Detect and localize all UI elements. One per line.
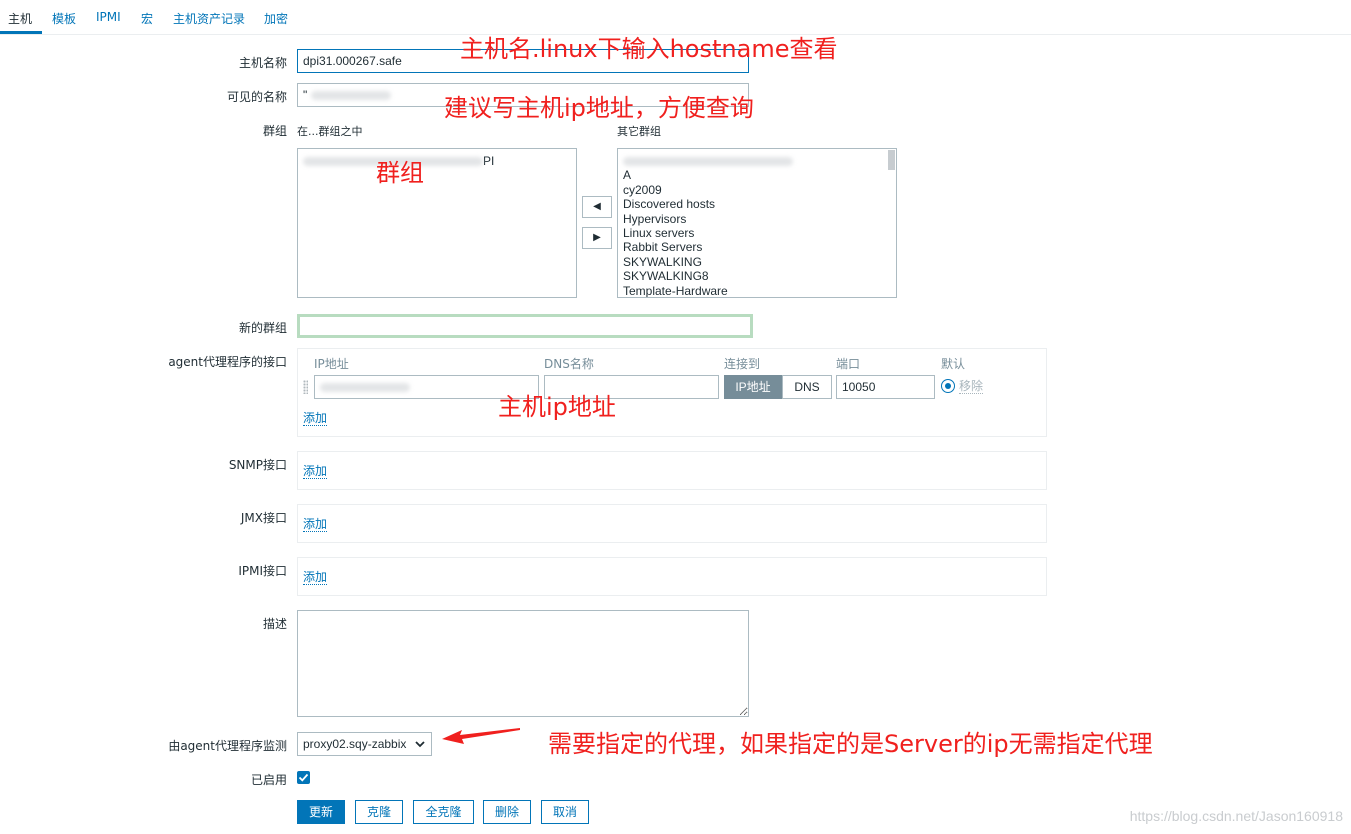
- list-item[interactable]: PI: [298, 149, 576, 168]
- list-item[interactable]: SKYWALKING8: [618, 269, 896, 283]
- list-item[interactable]: Rabbit Servers: [618, 240, 896, 254]
- proxy-annotation: 需要指定的代理，如果指定的是Server的ip无需指定代理: [548, 730, 1153, 758]
- visible-name-value: ": [303, 88, 308, 102]
- remove-link[interactable]: 移除: [959, 379, 984, 394]
- other-groups-label: 其它群组: [617, 125, 661, 138]
- groups-label: 群组: [262, 124, 287, 138]
- redacted-text: [623, 157, 793, 167]
- jmx-add-link[interactable]: 添加: [303, 517, 328, 532]
- proxy-label: 由agent代理程序监测: [168, 739, 287, 753]
- watermark: https://blog.csdn.net/Jason160918: [1129, 808, 1343, 824]
- visible-name-label: 可见的名称: [226, 90, 287, 104]
- tab-host[interactable]: 主机: [8, 10, 32, 27]
- active-tab-indicator: [0, 31, 42, 34]
- move-right-button[interactable]: ▶: [582, 227, 612, 249]
- tab-bar: 主机 模板 IPMI 宏 主机资产记录 加密: [0, 0, 1351, 35]
- snmp-interface-box: [297, 451, 1047, 490]
- tab-ipmi[interactable]: IPMI: [96, 10, 121, 24]
- cancel-button[interactable]: 取消: [541, 800, 589, 824]
- list-item[interactable]: Discovered hosts: [618, 197, 896, 211]
- host-name-label: 主机名称: [238, 56, 287, 70]
- hostname-annotation: 主机名.linux下输入hostname查看: [460, 35, 838, 63]
- list-item[interactable]: A: [618, 168, 896, 182]
- redacted-text: [320, 383, 410, 393]
- connect-ip-button[interactable]: IP地址: [724, 375, 782, 399]
- agent-interface-label: agent代理程序的接口: [168, 355, 287, 369]
- default-radio[interactable]: [941, 379, 955, 393]
- chevron-down-icon: [415, 741, 425, 748]
- col-default-header: 默认: [941, 357, 966, 371]
- list-item[interactable]: Linux servers: [618, 226, 896, 240]
- col-dns-header: DNS名称: [544, 357, 594, 371]
- visible-name-annotation: 建议写主机ip地址，方便查询: [444, 94, 754, 122]
- jmx-label: JMX接口: [240, 511, 287, 525]
- delete-button[interactable]: 删除: [483, 800, 531, 824]
- tab-macros[interactable]: 宏: [141, 10, 153, 27]
- tab-encryption[interactable]: 加密: [264, 10, 288, 27]
- listbox-scrollbar[interactable]: [888, 150, 895, 170]
- redacted-text: [310, 91, 391, 101]
- description-textarea[interactable]: [297, 610, 749, 717]
- ipmi-interface-box: [297, 557, 1047, 596]
- new-group-input[interactable]: [297, 314, 753, 338]
- list-item[interactable]: cy2009: [618, 183, 896, 197]
- ipmi-add-link[interactable]: 添加: [303, 570, 328, 585]
- move-left-button[interactable]: ◀: [582, 196, 612, 218]
- connect-dns-button[interactable]: DNS: [782, 375, 832, 399]
- drag-handle-icon[interactable]: [303, 380, 308, 394]
- new-group-label: 新的群组: [238, 321, 287, 335]
- col-connect-header: 连接到: [724, 357, 761, 371]
- list-item[interactable]: Hypervisors: [618, 212, 896, 226]
- port-input[interactable]: [836, 375, 935, 399]
- col-ip-header: IP地址: [314, 357, 349, 371]
- list-item[interactable]: Template-Hardware: [618, 284, 896, 297]
- snmp-add-link[interactable]: 添加: [303, 464, 328, 479]
- in-groups-label: 在...群组之中: [297, 125, 363, 138]
- in-group-name: PI: [483, 154, 495, 168]
- enabled-label: 已启用: [250, 773, 287, 787]
- snmp-label: SNMP接口: [228, 458, 287, 472]
- arrow-icon: [442, 728, 520, 744]
- list-item[interactable]: SKYWALKING: [618, 255, 896, 269]
- groups-annotation: 群组: [376, 159, 424, 187]
- jmx-interface-box: [297, 504, 1047, 543]
- full-clone-button[interactable]: 全克隆: [413, 800, 474, 824]
- host-ip-annotation: 主机ip地址: [498, 393, 616, 421]
- tab-templates[interactable]: 模板: [52, 10, 76, 27]
- checkmark-icon: [298, 773, 309, 782]
- enabled-checkbox[interactable]: [297, 771, 310, 784]
- ipmi-label: IPMI接口: [238, 564, 287, 578]
- agent-add-link[interactable]: 添加: [303, 411, 328, 426]
- other-groups-listbox[interactable]: A cy2009 Discovered hosts Hypervisors Li…: [617, 148, 897, 298]
- in-groups-listbox[interactable]: PI: [297, 148, 577, 298]
- tab-inventory[interactable]: 主机资产记录: [173, 10, 245, 27]
- list-item[interactable]: [618, 149, 896, 168]
- description-label: 描述: [262, 617, 287, 631]
- proxy-select[interactable]: proxy02.sqy-zabbix: [297, 732, 432, 756]
- update-button[interactable]: 更新: [297, 800, 345, 824]
- col-port-header: 端口: [836, 357, 861, 371]
- clone-button[interactable]: 克隆: [355, 800, 403, 824]
- proxy-selected-value: proxy02.sqy-zabbix: [303, 737, 407, 751]
